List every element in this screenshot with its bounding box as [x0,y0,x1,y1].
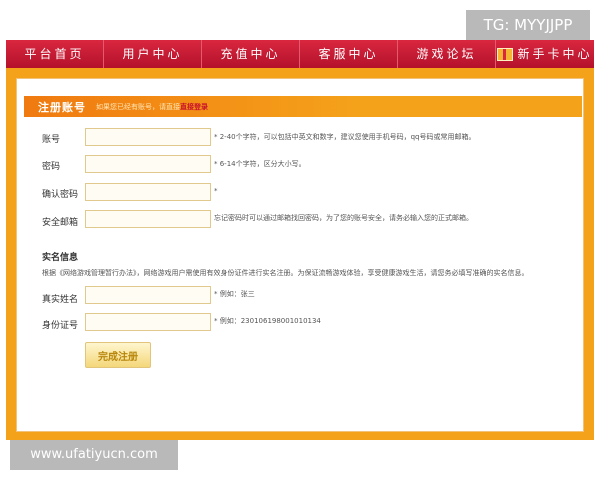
real-name-label: 真实姓名 [42,295,79,305]
nav-item-home[interactable]: 平台首页 [6,40,104,68]
email-label: 安全邮箱 [42,218,79,228]
nav-item-forum[interactable]: 游戏论坛 [398,40,496,68]
login-link[interactable]: 直接登录 [180,103,208,111]
watermark-top: TG: MYYJJPP [466,10,590,40]
email-input[interactable] [85,210,211,228]
real-name-hint: * 例如：张三 [214,290,255,298]
password-label: 密码 [42,162,61,172]
nav-item-newbie-card[interactable]: 新手卡中心 [496,40,594,68]
nav-item-recharge[interactable]: 充值中心 [202,40,300,68]
real-name-input[interactable] [85,286,211,304]
confirm-password-input[interactable] [85,183,211,201]
form-header: 注册账号 如果您已经有账号，请直接直接登录 [24,96,582,117]
form-header-note-text: 如果您已经有账号，请直接 [96,102,180,111]
confirm-password-hint: * [214,187,218,195]
top-navigation: 平台首页 用户中心 充值中心 客服中心 游戏论坛 新手卡中心 [6,40,594,68]
email-hint: 忘记密码时可以通过邮箱找回密码，为了您的账号安全，请务必输入您的正式邮箱。 [214,214,473,222]
nav-item-newbie-card-label: 新手卡中心 [517,47,593,61]
registration-frame [6,68,594,440]
account-hint: * 2-40个字符，可以包括中英文和数字，建议您使用手机号码，qq号码或常用邮箱… [214,133,476,141]
id-card-hint: * 例如：230106198001010134 [214,317,321,325]
account-label: 账号 [42,135,61,145]
confirm-password-label: 确认密码 [42,190,79,200]
id-card-label: 身份证号 [42,321,79,331]
nav-item-user-center[interactable]: 用户中心 [104,40,202,68]
realname-section-title: 实名信息 [42,253,79,263]
realname-section-desc: 根据《网络游戏管理暂行办法》，网络游戏用户需使用有效身份证件进行实名注册。为保证… [42,269,529,277]
password-input[interactable] [85,155,211,173]
form-header-note: 如果您已经有账号，请直接直接登录 [96,102,208,112]
account-input[interactable] [85,128,211,146]
watermark-bottom: www.ufatiyucn.com [10,440,178,470]
password-hint: * 6-14个字符，区分大小写。 [214,160,306,168]
gift-icon [497,47,514,61]
id-card-input[interactable] [85,313,211,331]
nav-item-support[interactable]: 客服中心 [300,40,398,68]
form-title: 注册账号 [38,100,86,114]
complete-registration-button[interactable]: 完成注册 [85,342,151,368]
